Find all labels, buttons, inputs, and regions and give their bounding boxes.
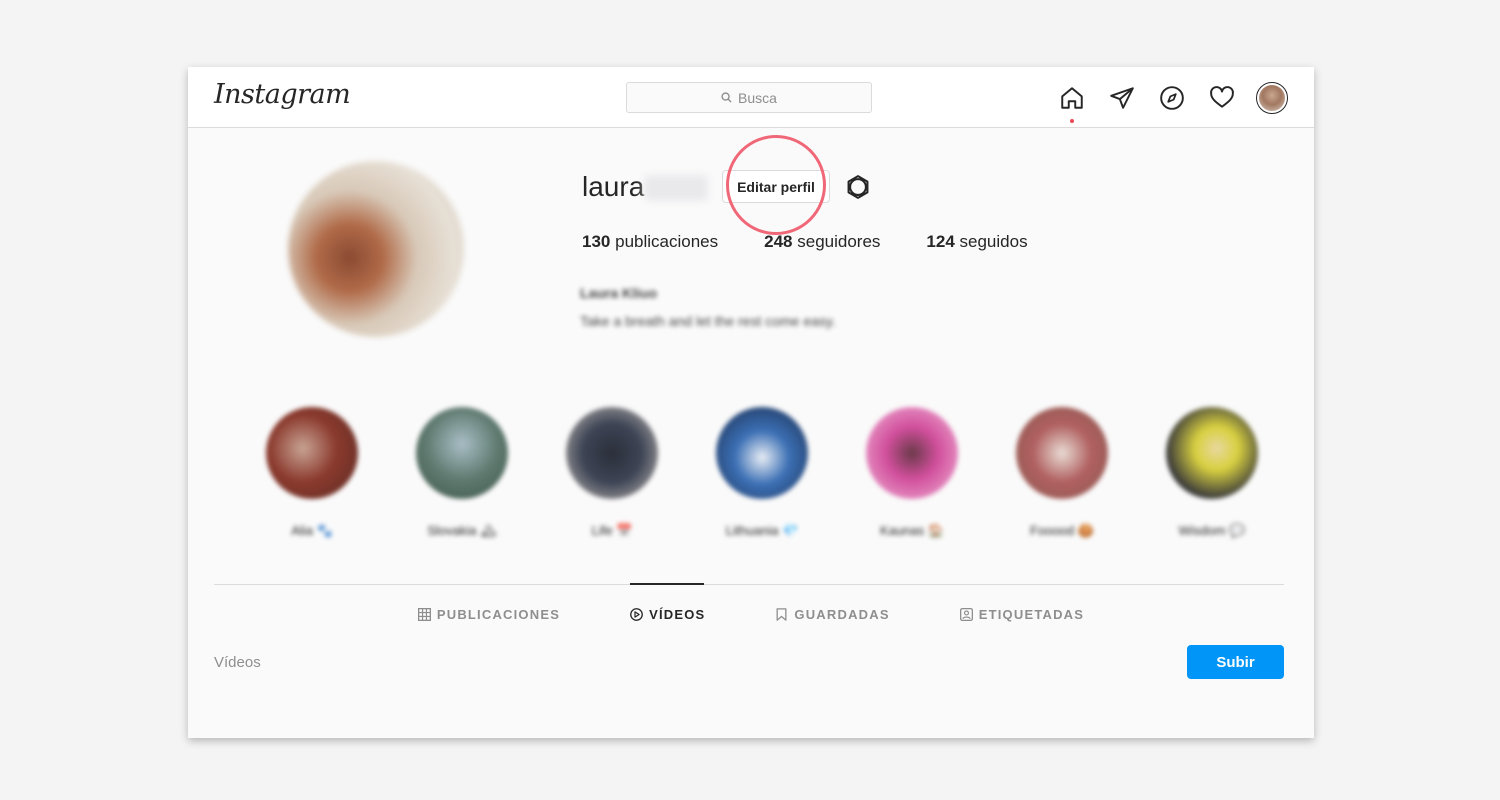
highlight-cover (566, 407, 658, 499)
profile-avatar[interactable] (1256, 82, 1288, 114)
instagram-window: Instagram Busca laura Editar perfil 130 … (188, 67, 1314, 738)
highlight-cover (1016, 407, 1108, 499)
explore-icon[interactable] (1156, 82, 1188, 114)
highlight-cover (266, 407, 358, 499)
activity-icon[interactable] (1206, 82, 1238, 114)
active-tab-indicator (630, 583, 704, 585)
section-title: Vídeos (214, 654, 261, 671)
profile-bio: Laura Kliuo Take a breath and let the re… (580, 279, 836, 335)
profile-tabs: PUBLICACIONES VÍDEOS GUARDADAS ETIQUETAD… (188, 607, 1314, 622)
highlight-cover (416, 407, 508, 499)
profile-stats: 130 publicaciones 248 seguidores 124 seg… (582, 232, 1074, 252)
avatar (1256, 82, 1288, 114)
play-icon (630, 608, 643, 621)
bookmark-icon (775, 608, 788, 621)
search-input[interactable]: Busca (626, 82, 872, 113)
notification-dot (1070, 119, 1074, 123)
highlight-label: Slovakia 🏔 (427, 523, 497, 538)
tab-videos[interactable]: VÍDEOS (630, 607, 705, 622)
home-icon[interactable] (1056, 82, 1088, 123)
highlight-item[interactable]: Life 📅 (566, 407, 716, 539)
highlight-cover (716, 407, 808, 499)
tab-label: ETIQUETADAS (978, 607, 1085, 622)
bio-name: Laura Kliuo (580, 285, 658, 301)
stat-posts: 130 publicaciones (582, 232, 719, 251)
tag-icon (959, 608, 973, 621)
upload-button[interactable]: Subir (1187, 645, 1284, 679)
direct-icon[interactable] (1106, 82, 1138, 114)
instagram-logo[interactable]: Instagram (214, 79, 351, 110)
tab-label: VÍDEOS (649, 607, 706, 622)
highlight-cover (866, 407, 958, 499)
edit-profile-button[interactable]: Editar perfil (722, 170, 830, 203)
top-navigation-bar: Instagram Busca (188, 67, 1314, 128)
highlight-item[interactable]: Slovakia 🏔 (416, 407, 566, 539)
highlight-item[interactable]: Wisdom 💬 (1166, 407, 1314, 539)
highlight-label: Alia 🐾 (291, 523, 333, 538)
highlight-label: Wisdom 💬 (1178, 523, 1246, 538)
highlight-label: Fooood 🍪 (1030, 523, 1094, 538)
highlight-item[interactable]: Kaunas 🏠 (866, 407, 1016, 539)
grid-icon (417, 608, 431, 621)
settings-gear-icon[interactable] (844, 173, 872, 201)
tab-guardadas[interactable]: GUARDADAS (775, 607, 889, 622)
tab-etiquetadas[interactable]: ETIQUETADAS (959, 607, 1085, 622)
tab-publicaciones[interactable]: PUBLICACIONES (417, 607, 561, 622)
stat-followers[interactable]: 248 seguidores (764, 232, 880, 252)
username: laura (582, 171, 645, 202)
highlight-label: Kaunas 🏠 (880, 523, 944, 538)
stat-following[interactable]: 124 seguidos (926, 232, 1027, 252)
search-icon (721, 92, 732, 103)
story-highlights: Alia 🐾 Slovakia 🏔 Life 📅 Lithuania 💎 Kau… (266, 407, 1314, 539)
nav-icons (1038, 82, 1288, 123)
highlight-item[interactable]: Alia 🐾 (266, 407, 416, 539)
highlight-label: Life 📅 (591, 523, 633, 538)
bio-text: Take a breath and let the rest come easy… (580, 313, 836, 329)
highlight-label: Lithuania 💎 (725, 523, 799, 538)
highlight-item[interactable]: Lithuania 💎 (716, 407, 866, 539)
highlight-item[interactable]: Fooood 🍪 (1016, 407, 1166, 539)
username-redaction (644, 175, 708, 201)
search-placeholder: Busca (738, 89, 777, 106)
tabs-divider (214, 584, 1284, 585)
tab-label: PUBLICACIONES (436, 607, 561, 622)
tab-label: GUARDADAS (794, 607, 890, 622)
profile-picture[interactable] (288, 161, 464, 337)
highlight-cover (1166, 407, 1258, 499)
